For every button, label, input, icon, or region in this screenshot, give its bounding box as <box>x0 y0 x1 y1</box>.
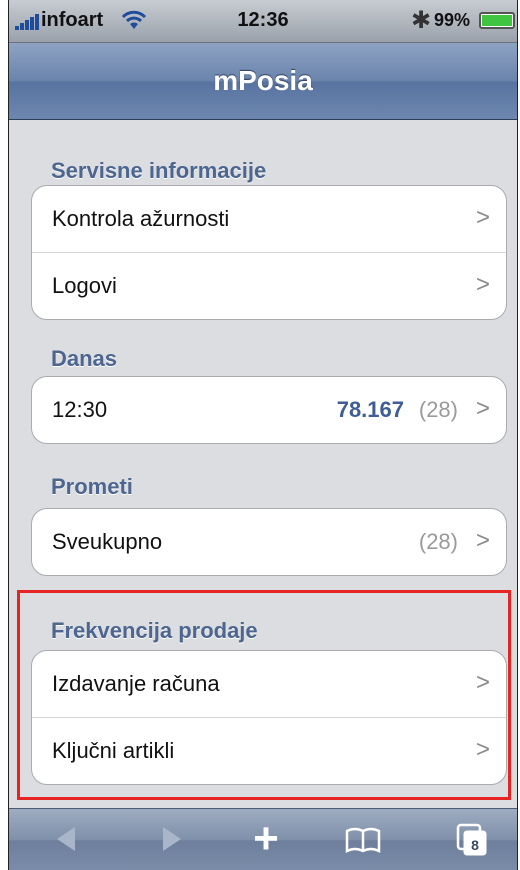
chevron-right-icon: > <box>475 271 490 298</box>
forward-arrow-icon <box>163 827 181 851</box>
highlight-box <box>17 590 511 800</box>
pages-count: 8 <box>471 837 479 853</box>
row-amount: 78.167 <box>336 397 404 422</box>
row-label: Logovi <box>52 273 117 298</box>
row-kontrola-azurnosti[interactable]: Kontrola ažurnosti > <box>32 186 506 253</box>
chevron-right-icon: > <box>475 527 490 554</box>
bluetooth-icon: ✱ <box>411 7 432 34</box>
group-danas: 12:30 78.167 (28) > <box>31 376 507 444</box>
row-label: Kontrola ažurnosti <box>52 206 230 231</box>
book-icon <box>345 827 381 854</box>
back-arrow-icon <box>57 827 75 851</box>
back-button[interactable] <box>47 819 87 859</box>
row-danas-1230[interactable]: 12:30 78.167 (28) > <box>32 377 506 443</box>
add-bookmark-button[interactable]: + <box>246 817 286 861</box>
browser-toolbar: + 8 <box>9 808 517 870</box>
row-count: (28) <box>418 529 458 554</box>
pages-icon: 8 <box>456 823 487 856</box>
section-title-danas: Danas <box>51 346 118 371</box>
navigation-bar: mPosia <box>9 43 517 120</box>
row-sveukupno[interactable]: Sveukupno (28) > <box>32 509 506 575</box>
section-title-servisne-informacije: Servisne informacije <box>51 158 267 183</box>
row-label: Sveukupno <box>52 529 163 554</box>
bookmarks-button[interactable] <box>343 819 383 859</box>
section-title-prometi: Prometi <box>51 474 133 499</box>
battery-icon <box>479 12 515 29</box>
chevron-right-icon: > <box>475 204 490 231</box>
row-label: 12:30 <box>52 397 108 422</box>
forward-button[interactable] <box>151 819 191 859</box>
group-prometi: Sveukupno (28) > <box>31 508 507 576</box>
pages-button[interactable]: 8 <box>452 819 492 859</box>
row-logovi[interactable]: Logovi > <box>32 253 506 319</box>
chevron-right-icon: > <box>475 395 490 422</box>
battery-percent: 99% <box>434 10 471 30</box>
plus-icon: + <box>253 814 279 863</box>
status-bar: infoart 12:36 ✱ 99% <box>9 0 517 43</box>
row-count: (28) <box>418 397 458 422</box>
page-title: mPosia <box>213 65 313 96</box>
group-servisne-informacije: Kontrola ažurnosti > Logovi > <box>31 185 507 320</box>
